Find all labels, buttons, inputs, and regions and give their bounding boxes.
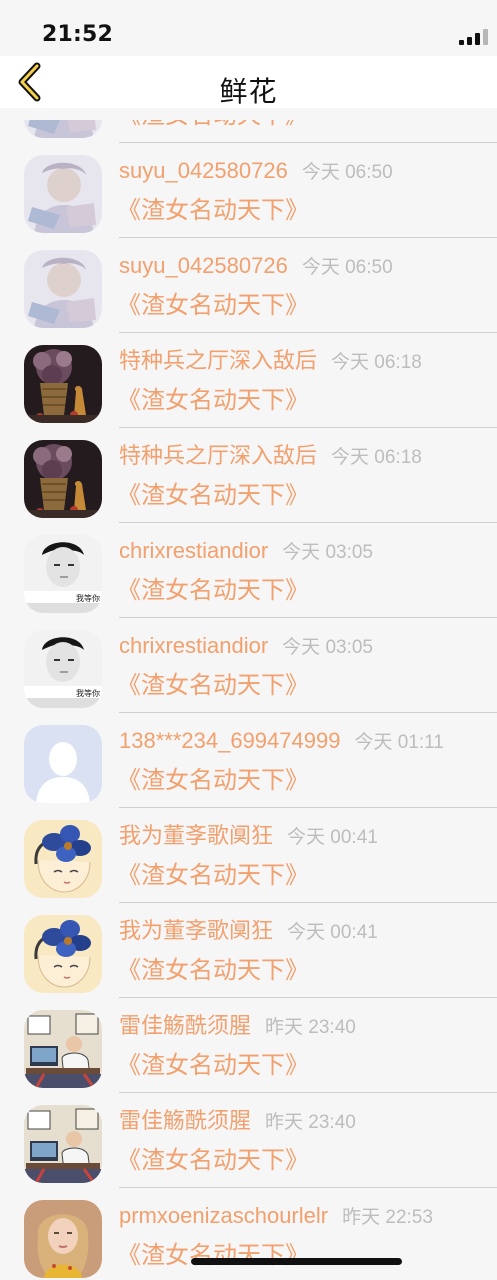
avatar[interactable] xyxy=(24,155,102,233)
timestamp: 今天 00:41 xyxy=(287,922,378,943)
avatar[interactable] xyxy=(24,440,102,518)
user-name[interactable]: 特种兵之厅深入敌后 xyxy=(119,443,317,468)
timestamp: 今天 06:50 xyxy=(301,162,393,183)
timestamp: 今天 00:41 xyxy=(287,827,378,848)
list-item[interactable]: 雷佳觞酰须腥 昨天 23:40 《渣女名动天下》 xyxy=(0,998,497,1093)
list-item[interactable]: 我为董斈歌阒狂 今天 00:41 《渣女名动天下》 xyxy=(0,808,497,903)
book-title[interactable]: 《渣女名动天下》 xyxy=(117,858,309,892)
book-title[interactable]: 《渣女名动天下》 xyxy=(117,1143,309,1177)
timestamp: 昨天 23:40 xyxy=(265,1112,356,1133)
timestamp: 今天 03:05 xyxy=(282,542,373,563)
user-name[interactable]: prmxoenizaschourlelr xyxy=(119,1203,328,1228)
name-line: 138***234_699474999 今天 01:11 xyxy=(119,725,497,759)
portrait-faded-avatar-image xyxy=(24,250,102,328)
list-item[interactable]: 我等你 chrixrestiandior 今天 03:05 《渣女名动天下》 xyxy=(0,618,497,713)
name-line: suyu_042580726 今天 06:50 xyxy=(119,250,497,284)
timestamp: 今天 06:18 xyxy=(331,447,422,468)
blue-flower-girl-avatar-image xyxy=(24,820,102,898)
girl-photo-avatar-image xyxy=(24,1200,102,1278)
user-name[interactable]: 特种兵之厅深入敌后 xyxy=(119,348,317,373)
avatar[interactable]: 我等你 xyxy=(24,630,102,708)
name-line: 特种兵之厅深入敌后 今天 06:18 xyxy=(119,440,497,474)
book-title[interactable]: 《渣女名动天下》 xyxy=(117,953,309,987)
list-item[interactable]: 《渣女名动天下》 xyxy=(0,120,497,143)
user-name[interactable]: suyu_042580726 xyxy=(119,158,288,183)
user-name[interactable]: suyu_042580726 xyxy=(119,253,288,278)
still-life-flowers-avatar-image xyxy=(24,440,102,518)
book-title[interactable]: 《渣女名动天下》 xyxy=(117,1048,309,1082)
gift-record-list-inner: 《渣女名动天下》 suyu_042580726 今天 06:50 《渣女名动天下》 xyxy=(0,120,497,1280)
name-line: prmxoenizaschourlelr 昨天 22:53 xyxy=(119,1200,497,1234)
avatar[interactable] xyxy=(24,1200,102,1278)
timestamp: 昨天 23:40 xyxy=(265,1017,356,1038)
avatar-caption: 我等你 xyxy=(76,593,100,603)
name-line: 雷佳觞酰须腥 昨天 23:40 xyxy=(119,1105,497,1139)
blue-flower-girl-avatar-image xyxy=(24,915,102,993)
still-life-flowers-avatar-image xyxy=(24,345,102,423)
user-name[interactable]: 雷佳觞酰须腥 xyxy=(119,1108,251,1133)
name-line: 我为董斈歌阒狂 今天 00:41 xyxy=(119,820,497,854)
page-title: 鲜花 xyxy=(219,75,278,108)
book-title[interactable]: 《渣女名动天下》 xyxy=(117,383,309,417)
avatar[interactable] xyxy=(24,250,102,328)
navigation-bar: 鲜花 xyxy=(0,56,497,108)
status-time: 21:52 xyxy=(42,22,114,47)
list-item[interactable]: suyu_042580726 今天 06:50 《渣女名动天下》 xyxy=(0,238,497,333)
office-illustration-avatar-image xyxy=(24,1105,102,1183)
portrait-faded-avatar-image xyxy=(24,155,102,233)
book-title[interactable]: 《渣女名动天下》 xyxy=(117,668,309,702)
avatar[interactable] xyxy=(24,120,102,138)
book-title[interactable]: 《渣女名动天下》 xyxy=(117,763,309,797)
screen: 21:52 鲜花 《渣女名动天下》 xyxy=(0,0,497,1280)
book-title[interactable]: 《渣女名动天下》 xyxy=(117,193,309,227)
avatar-caption: 我等你 xyxy=(76,688,100,698)
avatar[interactable] xyxy=(24,1105,102,1183)
book-title[interactable]: 《渣女名动天下》 xyxy=(117,1238,309,1272)
timestamp: 今天 01:11 xyxy=(354,732,444,753)
list-item[interactable]: 特种兵之厅深入敌后 今天 06:18 《渣女名动天下》 xyxy=(0,428,497,523)
avatar[interactable] xyxy=(24,345,102,423)
book-title[interactable]: 《渣女名动天下》 xyxy=(117,120,309,132)
book-title[interactable]: 《渣女名动天下》 xyxy=(117,288,309,322)
timestamp: 今天 06:18 xyxy=(331,352,422,373)
timestamp: 今天 06:50 xyxy=(301,257,393,278)
name-line: 我为董斈歌阒狂 今天 00:41 xyxy=(119,915,497,949)
user-name[interactable]: 我为董斈歌阒狂 xyxy=(119,823,273,848)
avatar[interactable]: 我等你 xyxy=(24,535,102,613)
list-item[interactable]: 138***234_699474999 今天 01:11 《渣女名动天下》 xyxy=(0,713,497,808)
bw-portrait-avatar-image: 我等你 xyxy=(24,535,102,613)
list-item[interactable]: 特种兵之厅深入敌后 今天 06:18 《渣女名动天下》 xyxy=(0,333,497,428)
default-user-avatar-image xyxy=(24,725,102,803)
gift-record-list[interactable]: 《渣女名动天下》 suyu_042580726 今天 06:50 《渣女名动天下》 xyxy=(0,120,497,1280)
book-title[interactable]: 《渣女名动天下》 xyxy=(117,478,309,512)
list-item[interactable]: 我为董斈歌阒狂 今天 00:41 《渣女名动天下》 xyxy=(0,903,497,998)
avatar[interactable] xyxy=(24,1010,102,1088)
name-line: chrixrestiandior 今天 03:05 xyxy=(119,630,497,664)
user-name[interactable]: 138***234_699474999 xyxy=(119,728,340,753)
avatar[interactable] xyxy=(24,820,102,898)
list-item[interactable]: 我等你 chrixrestiandior 今天 03:05 《渣女名动天下》 xyxy=(0,523,497,618)
book-title[interactable]: 《渣女名动天下》 xyxy=(117,573,309,607)
list-item[interactable]: 雷佳觞酰须腥 昨天 23:40 《渣女名动天下》 xyxy=(0,1093,497,1188)
avatar[interactable] xyxy=(24,725,102,803)
name-line: chrixrestiandior 今天 03:05 xyxy=(119,535,497,569)
timestamp: 昨天 22:53 xyxy=(342,1207,433,1228)
name-line: 雷佳觞酰须腥 昨天 23:40 xyxy=(119,1010,497,1044)
home-indicator xyxy=(191,1258,402,1265)
avatar[interactable] xyxy=(24,915,102,993)
user-name[interactable]: 雷佳觞酰须腥 xyxy=(119,1013,251,1038)
user-name[interactable]: chrixrestiandior xyxy=(119,633,268,658)
portrait-faded-avatar-image xyxy=(24,120,102,138)
status-bar: 21:52 xyxy=(0,0,497,56)
list-item[interactable]: suyu_042580726 今天 06:50 《渣女名动天下》 xyxy=(0,143,497,238)
list-item[interactable]: prmxoenizaschourlelr 昨天 22:53 《渣女名动天下》 xyxy=(0,1188,497,1280)
cellular-signal-icon xyxy=(459,27,489,45)
user-name[interactable]: 我为董斈歌阒狂 xyxy=(119,918,273,943)
timestamp: 今天 03:05 xyxy=(282,637,373,658)
user-name[interactable]: chrixrestiandior xyxy=(119,538,268,563)
name-line: 特种兵之厅深入敌后 今天 06:18 xyxy=(119,345,497,379)
name-line: suyu_042580726 今天 06:50 xyxy=(119,155,497,189)
office-illustration-avatar-image xyxy=(24,1010,102,1088)
bw-portrait-avatar-image: 我等你 xyxy=(24,630,102,708)
